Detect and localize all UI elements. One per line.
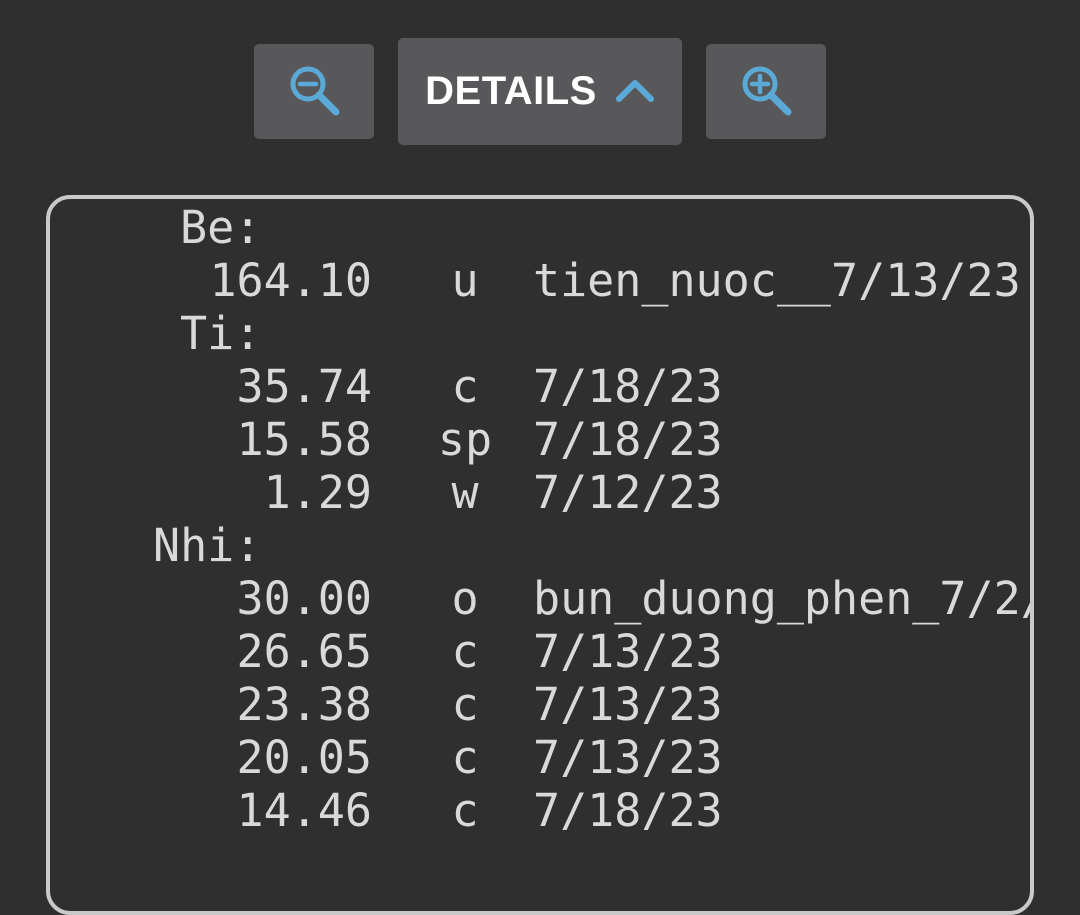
ledger-entry-row: 26.65 c 7/13/23 xyxy=(50,625,1030,678)
zoom-in-icon xyxy=(738,62,794,122)
entry-amount: 15.58 xyxy=(236,413,372,466)
entry-amount: 14.46 xyxy=(236,784,372,837)
entry-code: c xyxy=(451,731,479,784)
entry-code: c xyxy=(451,678,479,731)
group-label: Be: xyxy=(180,201,262,254)
entry-amount: 23.38 xyxy=(236,678,372,731)
ledger-entry-row: 1.29 w 7/12/23 xyxy=(50,466,1030,519)
details-label: DETAILS xyxy=(425,69,597,113)
entry-code: w xyxy=(451,466,479,519)
entry-amount: 164.10 xyxy=(209,254,372,307)
entry-code: c xyxy=(451,625,479,678)
zoom-out-button[interactable] xyxy=(254,44,374,139)
details-panel[interactable]: Be: 164.10 u tien_nuoc__7/13/23 Ti: 35.74 c 7/1… xyxy=(46,195,1034,915)
entry-note: 7/13/23 xyxy=(533,731,723,784)
entry-note: 7/18/23 xyxy=(533,413,723,466)
entry-code: c xyxy=(451,360,479,413)
ledger-entry-row: 30.00 o bun_duong_phen_7/2/ xyxy=(50,572,1034,625)
ledger-entry-row: 23.38 c 7/13/23 xyxy=(50,678,1030,731)
toolbar: DETAILS xyxy=(0,0,1080,180)
zoom-out-icon xyxy=(286,62,342,122)
ledger-entry-row: 14.46 c 7/18/23 xyxy=(50,784,1030,837)
entry-note: 7/12/23 xyxy=(533,466,723,519)
entry-amount: 30.00 xyxy=(236,572,372,625)
chevron-up-icon xyxy=(615,77,655,107)
entry-note: tien_nuoc__7/13/23 xyxy=(533,254,1021,307)
ledger-entry-row: 164.10 u tien_nuoc__7/13/23 xyxy=(50,254,1030,307)
details-toggle-button[interactable]: DETAILS xyxy=(398,38,682,145)
entry-note: 7/18/23 xyxy=(533,360,723,413)
entry-code: u xyxy=(451,254,479,307)
group-label: Ti: xyxy=(180,307,262,360)
entry-code: o xyxy=(451,572,479,625)
entry-amount: 1.29 xyxy=(263,466,372,519)
zoom-in-button[interactable] xyxy=(706,44,826,139)
ledger-entry-row: 35.74 c 7/18/23 xyxy=(50,360,1030,413)
group-label: Nhi: xyxy=(153,519,262,572)
entry-note: 7/13/23 xyxy=(533,678,723,731)
entry-note: 7/13/23 xyxy=(533,625,723,678)
entry-amount: 26.65 xyxy=(236,625,372,678)
entry-note: bun_duong_phen_7/2/ xyxy=(533,572,1034,625)
ledger-entry-row: 20.05 c 7/13/23 xyxy=(50,731,1030,784)
entry-amount: 20.05 xyxy=(236,731,372,784)
entry-note: 7/18/23 xyxy=(533,784,723,837)
entry-amount: 35.74 xyxy=(236,360,372,413)
ledger-entry-row: 15.58 sp 7/18/23 xyxy=(50,413,1030,466)
entry-code: c xyxy=(451,784,479,837)
entry-code: sp xyxy=(437,413,493,466)
